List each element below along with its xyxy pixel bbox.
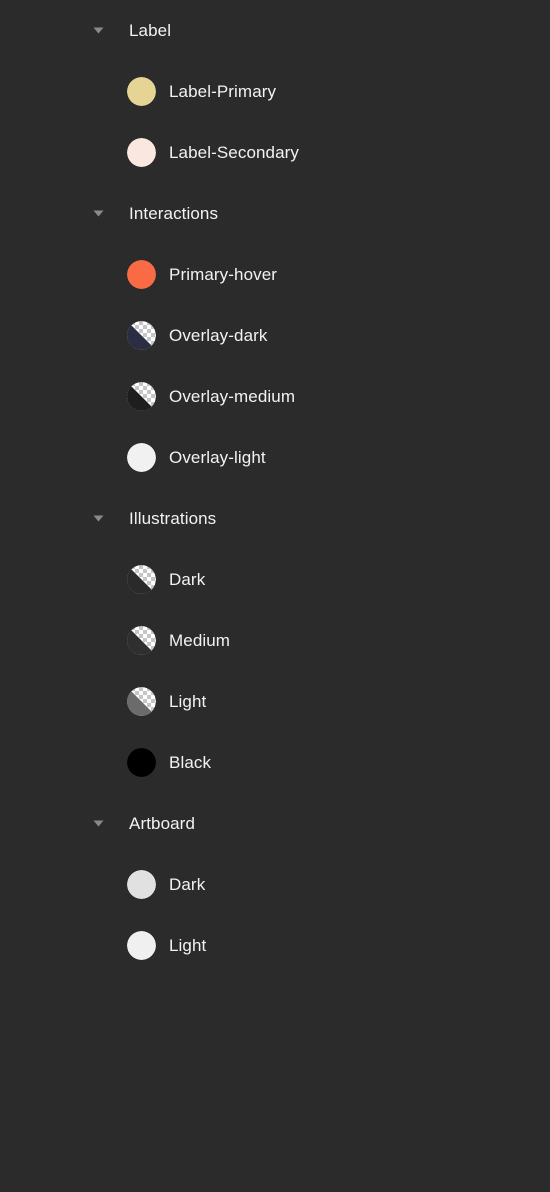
color-style-row[interactable]: Dark <box>0 549 550 610</box>
color-styles-panel: Label Label-Primary Label-Secondary Interac… <box>0 0 550 1192</box>
style-group: Interactions Primary-hover Overlay-dark Ove… <box>0 183 550 488</box>
swatch-fill <box>127 138 156 167</box>
style-group-title: Label <box>129 20 172 40</box>
color-style-row[interactable]: Light <box>0 671 550 732</box>
chevron-down-icon[interactable] <box>92 208 104 220</box>
color-swatch[interactable] <box>127 748 156 777</box>
swatch-fill <box>127 870 156 899</box>
color-styles-list: Label Label-Primary Label-Secondary Interac… <box>0 0 550 976</box>
color-swatch[interactable] <box>127 687 156 716</box>
color-style-row[interactable]: Primary-hover <box>0 244 550 305</box>
color-swatch[interactable] <box>127 870 156 899</box>
color-swatch[interactable] <box>127 260 156 289</box>
color-style-name: Black <box>169 752 212 772</box>
chevron-down-icon[interactable] <box>92 513 104 525</box>
style-group-header-illustrations[interactable]: Illustrations <box>0 488 550 549</box>
color-swatch[interactable] <box>127 626 156 655</box>
swatch-fill <box>127 748 156 777</box>
color-swatch[interactable] <box>127 443 156 472</box>
color-style-row[interactable]: Overlay-medium <box>0 366 550 427</box>
chevron-down-icon[interactable] <box>92 818 104 830</box>
color-swatch[interactable] <box>127 77 156 106</box>
color-style-row[interactable]: Medium <box>0 610 550 671</box>
color-style-name: Overlay-medium <box>169 386 296 406</box>
style-group-header-artboard[interactable]: Artboard <box>0 793 550 854</box>
swatch-fill <box>127 443 156 472</box>
color-style-row[interactable]: Black <box>0 732 550 793</box>
style-group-header-interactions[interactable]: Interactions <box>0 183 550 244</box>
color-swatch[interactable] <box>127 138 156 167</box>
style-group: Label Label-Primary Label-Secondary <box>0 0 550 183</box>
color-swatch[interactable] <box>127 382 156 411</box>
color-style-name: Light <box>169 935 207 955</box>
style-group-header-label[interactable]: Label <box>0 0 550 61</box>
color-style-row[interactable]: Label-Primary <box>0 61 550 122</box>
swatch-fill <box>127 931 156 960</box>
swatch-fill <box>127 260 156 289</box>
color-style-row[interactable]: Overlay-dark <box>0 305 550 366</box>
color-style-row[interactable]: Light <box>0 915 550 976</box>
color-swatch[interactable] <box>127 321 156 350</box>
color-style-row[interactable]: Label-Secondary <box>0 122 550 183</box>
style-group-title: Illustrations <box>129 508 217 528</box>
style-group: Illustrations Dark Medium Light Black <box>0 488 550 793</box>
swatch-fill <box>127 77 156 106</box>
color-style-row[interactable]: Dark <box>0 854 550 915</box>
style-group-title: Interactions <box>129 203 219 223</box>
color-style-row[interactable]: Overlay-light <box>0 427 550 488</box>
style-group: Artboard Dark Light <box>0 793 550 976</box>
color-style-name: Overlay-light <box>169 447 266 467</box>
color-swatch[interactable] <box>127 931 156 960</box>
color-swatch[interactable] <box>127 565 156 594</box>
color-style-name: Dark <box>169 874 206 894</box>
style-group-title: Artboard <box>129 813 196 833</box>
color-style-name: Dark <box>169 569 206 589</box>
color-style-name: Primary-hover <box>169 264 278 284</box>
color-style-name: Label-Primary <box>169 81 277 101</box>
color-style-name: Light <box>169 691 207 711</box>
color-style-name: Medium <box>169 630 231 650</box>
color-style-name: Label-Secondary <box>169 142 300 162</box>
color-style-name: Overlay-dark <box>169 325 268 345</box>
chevron-down-icon[interactable] <box>92 25 104 37</box>
